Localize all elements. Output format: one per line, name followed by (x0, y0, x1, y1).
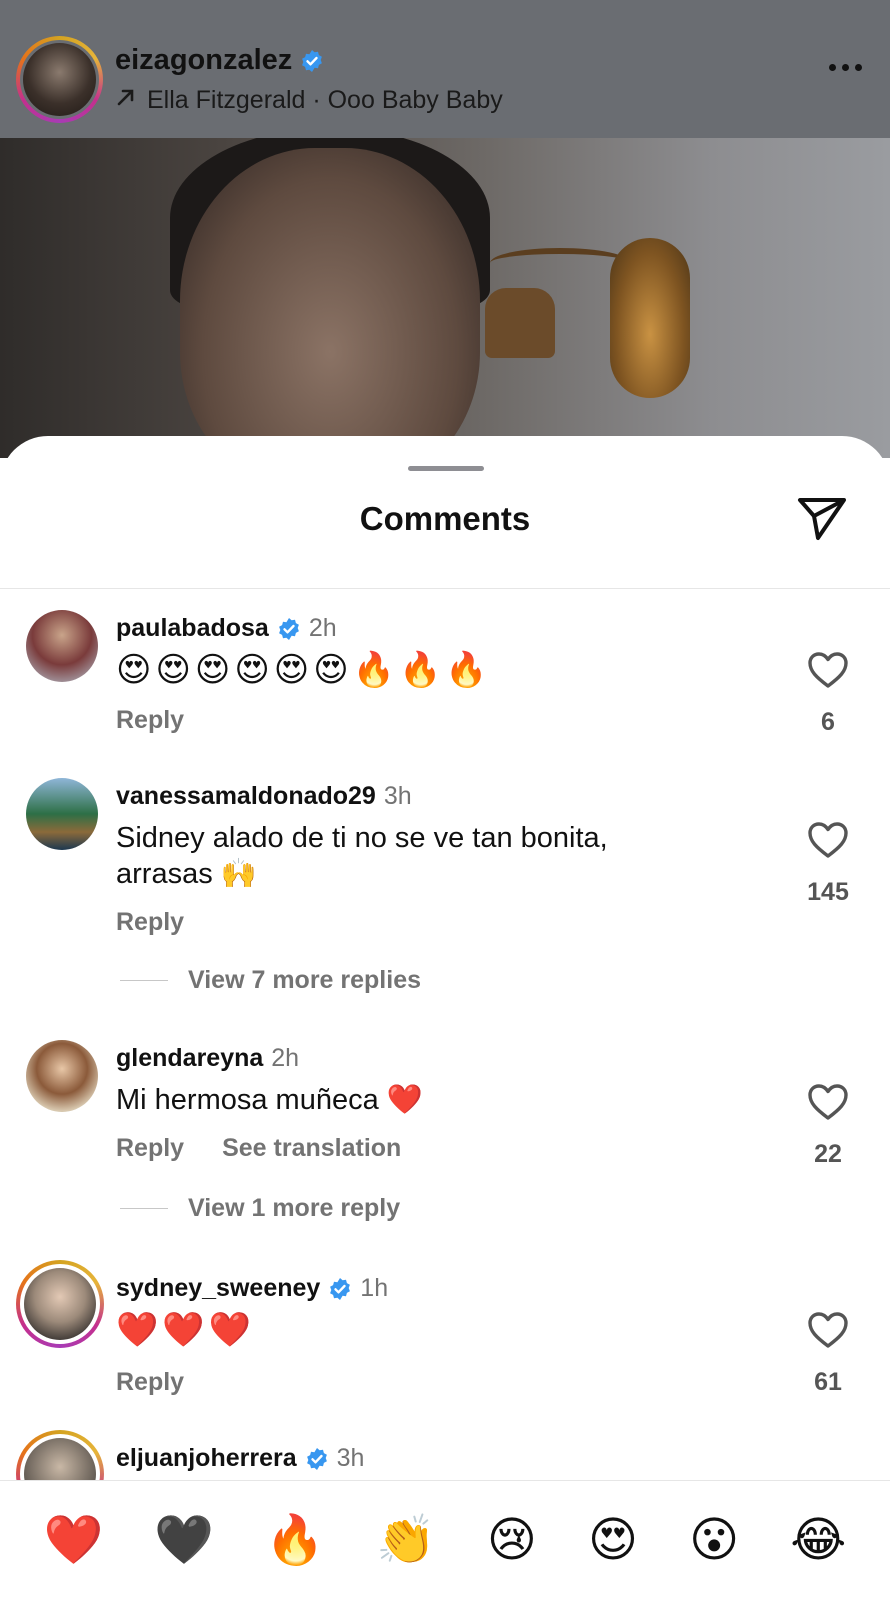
reaction-heart-eyes[interactable]: 😍 (588, 1516, 638, 1565)
reaction-red-heart[interactable]: ❤️ (44, 1516, 104, 1565)
post-author-name[interactable]: eizagonzalez (115, 44, 324, 77)
comment-username[interactable]: vanessamaldonado29 (116, 782, 376, 811)
verified-badge-icon (277, 617, 301, 641)
heart-outline-icon[interactable] (806, 1310, 850, 1350)
quick-reaction-bar: ❤️ 🖤 🔥 👏 😢 😍 😮 😂 (0, 1480, 890, 1600)
reaction-clap[interactable]: 👏 (376, 1516, 436, 1565)
replies-divider (120, 980, 168, 981)
avatar[interactable] (16, 1260, 104, 1348)
like-count: 145 (807, 878, 849, 906)
view-replies-label: View 1 more reply (188, 1194, 401, 1222)
sheet-title: Comments (359, 500, 531, 537)
comment-time: 2h (271, 1044, 300, 1072)
comment-username[interactable]: sydney_sweeney (116, 1274, 320, 1303)
comment-text: Sidney alado de ti no se ve tan bonita, … (116, 822, 608, 890)
reply-button[interactable]: Reply (116, 1368, 184, 1397)
paper-plane-icon[interactable] (796, 494, 848, 544)
replies-divider (120, 1208, 168, 1209)
reaction-black-heart[interactable]: 🖤 (154, 1516, 214, 1565)
see-translation-button[interactable]: See translation (222, 1134, 401, 1163)
heart-outline-icon[interactable] (806, 650, 850, 690)
verified-badge-icon (300, 49, 324, 73)
avatar[interactable] (26, 1040, 98, 1112)
comment-text: 😍😍😍😍😍😍🔥🔥🔥 (116, 651, 492, 689)
comment-username[interactable]: eljuanjoherrera (116, 1444, 297, 1473)
comments-sheet: Comments paulabadosa 2h 😍😍😍😍😍😍🔥🔥🔥 Reply … (0, 436, 890, 1600)
arrow-up-right-icon (115, 86, 137, 115)
heart-outline-icon[interactable] (806, 1082, 850, 1122)
reply-button[interactable]: Reply (116, 706, 184, 735)
post-video[interactable] (0, 138, 890, 458)
comment-time: 3h (383, 782, 412, 810)
post-username[interactable]: eizagonzalez (115, 44, 292, 77)
avatar[interactable] (26, 778, 98, 850)
post-header: eizagonzalez Ella Fitzgerald · Ooo Baby … (0, 0, 890, 138)
view-replies-label: View 7 more replies (188, 966, 421, 994)
reaction-cry[interactable]: 😢 (487, 1516, 537, 1565)
comment-text: Mi hermosa muñeca ❤️ (116, 1084, 423, 1116)
comment-username[interactable]: glendareyna (116, 1044, 263, 1073)
view-replies-button[interactable]: View 1 more reply (120, 1194, 400, 1223)
verified-badge-icon (305, 1447, 329, 1471)
verified-badge-icon (328, 1277, 352, 1301)
reply-button[interactable]: Reply (116, 908, 184, 937)
view-replies-button[interactable]: View 7 more replies (120, 966, 421, 995)
comment-text: ❤️❤️❤️ (116, 1311, 256, 1349)
comment-time: 1h (360, 1274, 389, 1302)
more-horizontal-icon[interactable] (829, 64, 862, 71)
avatar[interactable] (26, 610, 98, 682)
post-music[interactable]: Ella Fitzgerald · Ooo Baby Baby (115, 86, 503, 115)
like-count: 22 (814, 1140, 842, 1168)
reaction-laugh[interactable]: 😂 (790, 1516, 846, 1565)
post-author-avatar[interactable] (16, 36, 103, 123)
comment-username[interactable]: paulabadosa (116, 614, 269, 643)
reply-button[interactable]: Reply (116, 1134, 184, 1163)
reaction-fire[interactable]: 🔥 (265, 1516, 325, 1565)
like-count: 61 (814, 1368, 842, 1396)
sheet-drag-handle[interactable] (408, 466, 484, 471)
heart-outline-icon[interactable] (806, 820, 850, 860)
comment-time: 2h (308, 614, 337, 642)
comment-time: 3h (336, 1444, 365, 1472)
music-label: Ella Fitzgerald · Ooo Baby Baby (147, 86, 503, 114)
sheet-divider (0, 588, 890, 589)
like-count: 6 (821, 708, 835, 736)
reaction-surprised[interactable]: 😮 (689, 1516, 739, 1565)
